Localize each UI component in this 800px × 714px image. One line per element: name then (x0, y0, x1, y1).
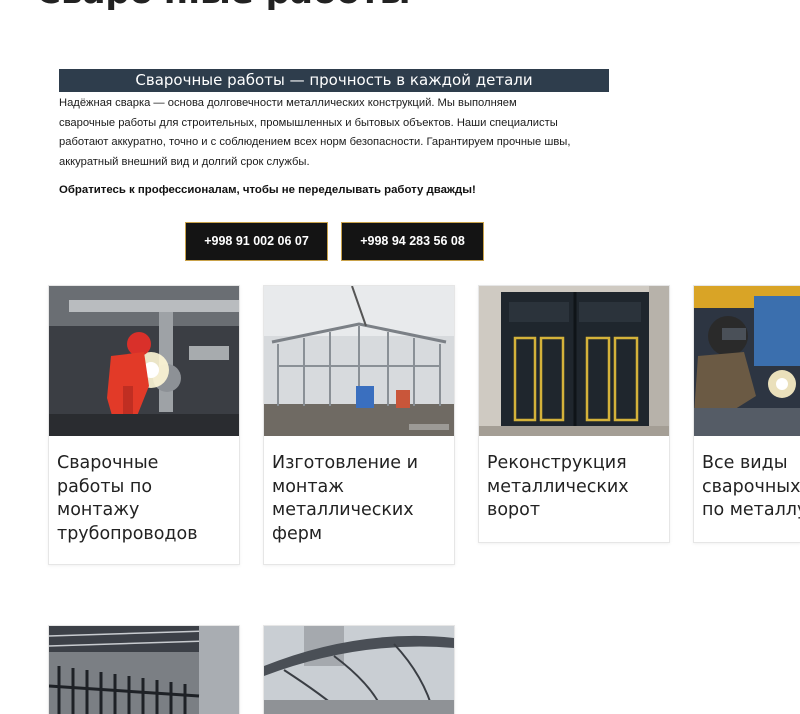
carport-canopy-photo (264, 626, 454, 714)
service-card-title: Все виды сварочных по металлу (702, 452, 800, 523)
phone-button-1[interactable]: +998 91 002 06 07 (185, 222, 328, 261)
warehouse-fence-photo (49, 626, 239, 714)
service-card-truss[interactable]: Изготовление и монтаж металлических ферм (263, 285, 455, 565)
service-card-pipeline[interactable]: Сварочные работы по монтажу трубопроводо… (48, 285, 240, 565)
service-card-warehouse-fence[interactable] (48, 625, 240, 714)
title-line: Сварочные (57, 453, 159, 473)
service-card-title: Изготовление и монтаж металлических ферм (272, 452, 448, 546)
section-banner: Сварочные работы — прочность в каждой де… (59, 69, 609, 92)
title-line: Все виды (702, 453, 788, 473)
intro-line: Надёжная сварка — основа долговечности м… (59, 97, 517, 109)
metal-gates-photo (479, 286, 669, 436)
title-line: ферм (272, 523, 323, 544)
title-line: металлических (272, 500, 414, 520)
title-line: по металлу (702, 500, 800, 520)
service-card-title: Реконструкция металлических ворот (487, 452, 663, 523)
title-line: монтаж (272, 476, 345, 497)
intro-text: Надёжная сварка — основа долговечности м… (59, 94, 614, 172)
title-line: работы по (57, 476, 153, 497)
service-card-gates[interactable]: Реконструкция металлических ворот (478, 285, 670, 543)
pipeline-welding-photo (49, 286, 239, 436)
title-line: металлических (487, 476, 629, 497)
page-heading: Сварочные работы (36, 0, 410, 12)
metal-welding-photo (694, 286, 800, 436)
service-card-metal-welding[interactable]: Все виды сварочных по металлу (693, 285, 800, 543)
title-line: сварочных (702, 476, 800, 497)
title-line: монтажу (57, 500, 140, 520)
cta-text: Обратитесь к профессионалам, чтобы не пе… (59, 184, 476, 196)
intro-line: аккуратный внешний вид и долгий срок слу… (59, 155, 310, 168)
service-card-carport[interactable] (263, 625, 455, 714)
service-card-title: Сварочные работы по монтажу трубопроводо… (57, 452, 233, 546)
metal-truss-photo (264, 286, 454, 436)
intro-line: работают аккуратно, точно и с соблюдение… (59, 136, 571, 148)
title-line: Реконструкция (487, 453, 627, 473)
title-line: трубопроводов (57, 523, 198, 544)
title-line: Изготовление и (272, 453, 418, 473)
title-line: ворот (487, 500, 541, 520)
intro-line: сварочные работы для строительных, промы… (59, 116, 558, 129)
phone-button-2[interactable]: +998 94 283 56 08 (341, 222, 484, 261)
